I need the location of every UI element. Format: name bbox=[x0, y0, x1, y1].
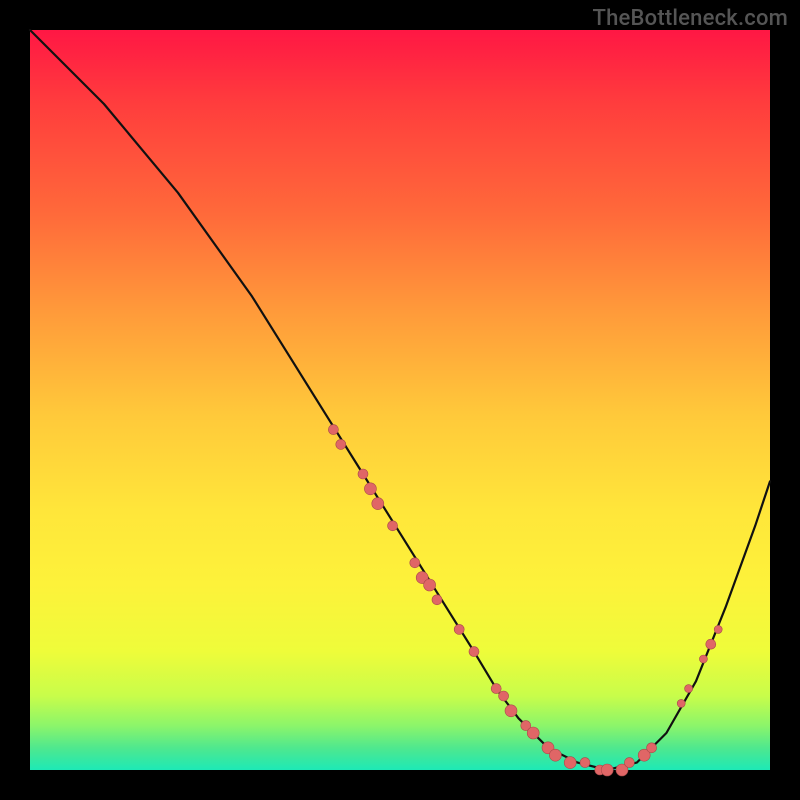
data-marker bbox=[410, 558, 420, 568]
plot-area bbox=[30, 30, 770, 770]
data-marker bbox=[372, 498, 384, 510]
data-marker bbox=[505, 705, 517, 717]
data-marker bbox=[364, 483, 376, 495]
chart-stage: TheBottleneck.com bbox=[0, 0, 800, 800]
data-marker bbox=[388, 521, 398, 531]
data-marker bbox=[699, 655, 707, 663]
data-marker bbox=[647, 743, 657, 753]
data-marker bbox=[336, 439, 346, 449]
data-marker bbox=[432, 595, 442, 605]
bottleneck-curve bbox=[30, 30, 770, 770]
data-marker bbox=[601, 764, 613, 776]
data-marker bbox=[677, 699, 685, 707]
data-marker bbox=[499, 691, 509, 701]
data-marker bbox=[549, 749, 561, 761]
watermark-text: TheBottleneck.com bbox=[593, 6, 788, 31]
data-marker bbox=[685, 685, 693, 693]
data-marker bbox=[469, 647, 479, 657]
data-marker bbox=[580, 758, 590, 768]
marker-group bbox=[328, 425, 722, 776]
data-marker bbox=[527, 727, 539, 739]
data-marker bbox=[358, 469, 368, 479]
data-marker bbox=[328, 425, 338, 435]
chart-svg bbox=[30, 30, 770, 770]
data-marker bbox=[491, 684, 501, 694]
data-marker bbox=[714, 625, 722, 633]
data-marker bbox=[454, 624, 464, 634]
data-marker bbox=[424, 579, 436, 591]
data-marker bbox=[564, 757, 576, 769]
data-marker bbox=[624, 758, 634, 768]
data-marker bbox=[706, 639, 716, 649]
